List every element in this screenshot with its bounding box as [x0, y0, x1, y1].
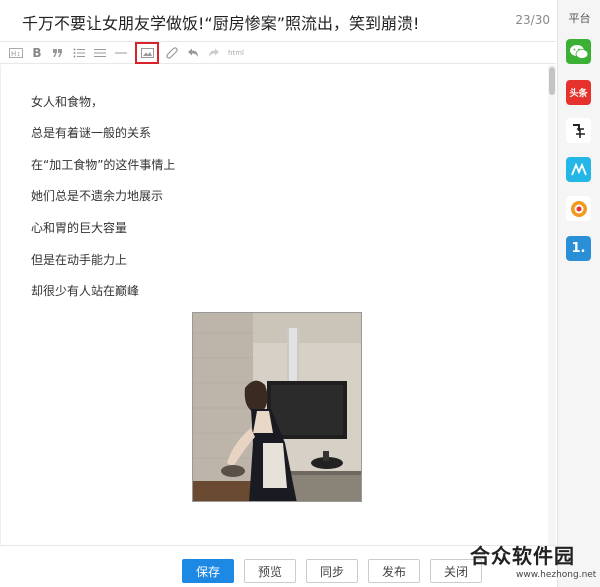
content-paragraph: 但是在动手能力上: [31, 253, 128, 267]
toutiao-icon[interactable]: 头条: [566, 80, 591, 105]
title-char-count: 23/30: [515, 13, 550, 27]
platform-sidebar: 平台 头条 1.: [557, 0, 600, 587]
content-paragraph: 总是有着谜一般的关系: [31, 126, 152, 140]
baijia-icon[interactable]: [566, 118, 591, 143]
scrollbar-thumb[interactable]: [549, 67, 555, 95]
quote-icon[interactable]: [48, 44, 68, 62]
article-title-input[interactable]: 千万不要让女朋友学做饭!“厨房惨案”照流出，笑到崩溃!: [22, 10, 419, 34]
yidian-label: 1.: [571, 241, 586, 256]
editor-toolbar: H1 B html: [0, 41, 556, 64]
watermark-url: www.hezhong.net: [516, 570, 597, 580]
article-editor: 千万不要让女朋友学做饭!“厨房惨案”照流出，笑到崩溃! 23/30 H1 B h…: [0, 0, 556, 587]
redo-icon[interactable]: [204, 44, 224, 62]
image-icon[interactable]: [135, 41, 159, 64]
undo-icon[interactable]: [183, 44, 203, 62]
title-bar: 千万不要让女朋友学做饭!“厨房惨案”照流出，笑到崩溃! 23/30: [0, 0, 556, 42]
yidian-icon[interactable]: 1.: [566, 236, 591, 261]
html-icon[interactable]: html: [225, 44, 247, 62]
bold-icon[interactable]: B: [27, 44, 47, 62]
content-scrollbar[interactable]: [548, 65, 556, 545]
qiehao-icon[interactable]: [566, 157, 591, 182]
editor-content[interactable]: 女人和食物， 总是有着谜一般的关系 在“加工食物”的这件事情上 她们总是不遗余力…: [0, 65, 552, 545]
horizontal-rule-icon[interactable]: [111, 44, 131, 62]
platform-title: 平台: [568, 12, 591, 25]
watermark-title: 合众软件园: [470, 544, 575, 568]
publish-button[interactable]: 发布: [368, 559, 420, 583]
unordered-list-icon[interactable]: [90, 44, 110, 62]
toutiao-label: 头条: [569, 89, 588, 99]
link-icon[interactable]: [162, 44, 182, 62]
preview-button[interactable]: 预览: [244, 559, 296, 583]
content-paragraph: 心和胃的巨大容量: [31, 221, 128, 235]
wechat-icon[interactable]: [566, 39, 591, 64]
content-paragraph: 在“加工食物”的这件事情上: [31, 158, 176, 172]
content-paragraph: 却很少有人站在巅峰: [31, 284, 140, 298]
sohu-icon[interactable]: [566, 196, 591, 221]
svg-text:1: 1: [17, 52, 20, 58]
watermark: 合众软件园 www.hezhong.net: [470, 540, 598, 586]
sync-button[interactable]: 同步: [306, 559, 358, 583]
html-label: html: [228, 48, 244, 57]
content-paragraph: 她们总是不遗余力地展示: [31, 189, 164, 203]
content-paragraph: 女人和食物，: [31, 95, 104, 109]
ordered-list-icon[interactable]: [69, 44, 89, 62]
save-button[interactable]: 保存: [182, 559, 234, 583]
heading-icon[interactable]: H1: [6, 44, 26, 62]
svg-text:H: H: [11, 50, 16, 58]
kitchen-photo[interactable]: [192, 312, 362, 502]
